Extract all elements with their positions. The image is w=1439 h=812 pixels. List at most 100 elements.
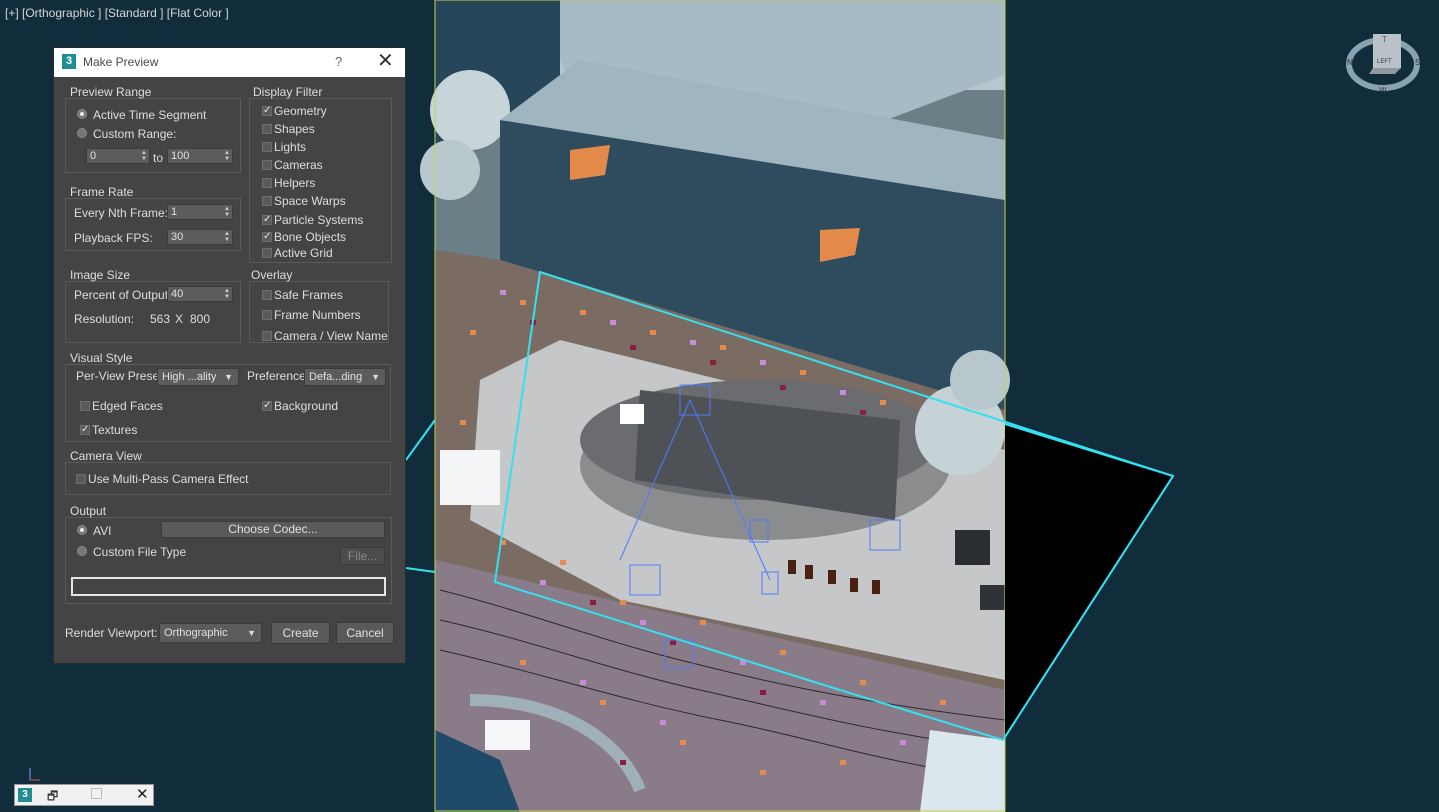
custom-file-type-label[interactable]: Custom File Type [93, 545, 186, 559]
camera-view-name-checkbox[interactable] [262, 331, 272, 341]
textures-label[interactable]: Textures [92, 423, 137, 437]
custom-range-radio[interactable] [77, 128, 87, 138]
help-button[interactable]: ? [335, 54, 342, 69]
overlay-title: Overlay [251, 268, 293, 282]
percent-of-output-value: 40 [171, 288, 184, 300]
percent-of-output-label: Percent of Output: [74, 288, 172, 302]
space-warps-checkbox[interactable] [262, 196, 272, 206]
shapes-label[interactable]: Shapes [274, 122, 315, 136]
per-view-presets-value: High ...ality [162, 371, 217, 383]
textures-checkbox[interactable]: ✓ [80, 425, 90, 435]
choose-codec-button[interactable]: Choose Codec... [161, 521, 385, 538]
restore-icon[interactable]: 🗗 [47, 787, 58, 808]
cancel-button[interactable]: Cancel [336, 622, 394, 644]
create-button[interactable]: Create [271, 622, 330, 644]
preview-range-title: Preview Range [70, 85, 152, 99]
close-button[interactable]: ✕ [377, 50, 394, 72]
chevron-down-icon[interactable]: ▼ [247, 624, 256, 642]
background-checkbox[interactable]: ✓ [262, 401, 272, 411]
percent-of-output-spinner[interactable]: 40 ▲ ▼ [167, 286, 233, 302]
frame-numbers-checkbox[interactable] [262, 310, 272, 320]
background-label[interactable]: Background [274, 399, 338, 413]
range-to-spinner[interactable]: 100 ▲ ▼ [167, 148, 233, 164]
camera-view-title: Camera View [70, 449, 142, 463]
cameras-checkbox[interactable] [262, 160, 272, 170]
visual-style-title: Visual Style [70, 351, 133, 365]
range-from-value: 0 [90, 150, 97, 162]
render-viewport-label: Render Viewport: [65, 626, 158, 640]
resolution-width: 563 [150, 312, 171, 326]
active-grid-label[interactable]: Active Grid [274, 246, 333, 260]
particle-systems-label[interactable]: Particle Systems [274, 213, 363, 227]
geometry-checkbox[interactable]: ✓ [262, 106, 272, 116]
edged-faces-checkbox[interactable] [80, 401, 90, 411]
active-time-segment-radio[interactable] [77, 109, 87, 119]
file-button[interactable]: File... [340, 547, 385, 565]
display-filter-title: Display Filter [253, 85, 323, 99]
preference-dropdown[interactable]: Defa...ding ▼ [304, 368, 386, 386]
multipass-checkbox[interactable] [76, 474, 86, 484]
helpers-label[interactable]: Helpers [274, 176, 315, 190]
safe-frames-checkbox[interactable] [262, 290, 272, 300]
space-warps-label[interactable]: Space Warps [274, 194, 346, 208]
spinner-arrows-icon[interactable]: ▲ ▼ [224, 150, 230, 162]
per-view-presets-label: Per-View Presets [76, 369, 169, 383]
per-view-presets-dropdown[interactable]: High ...ality ▼ [157, 368, 239, 386]
minimized-window[interactable]: 3 🗗 ✕ [14, 784, 154, 806]
spinner-arrows-icon[interactable]: ▲ ▼ [224, 288, 230, 300]
bone-objects-checkbox[interactable]: ✓ [262, 232, 272, 242]
active-time-segment-label[interactable]: Active Time Segment [93, 108, 206, 122]
viewcube-top-label: T [1382, 35, 1387, 44]
custom-file-type-radio[interactable] [77, 546, 87, 556]
spinner-arrows-icon[interactable]: ▲ ▼ [224, 206, 230, 218]
app-logo-icon: 3 [62, 54, 76, 69]
close-icon[interactable]: ✕ [136, 785, 149, 803]
make-preview-dialog: 3 Make Preview ? ✕ Preview Range Active … [53, 47, 406, 664]
avi-radio[interactable] [77, 525, 87, 535]
particle-systems-checkbox[interactable]: ✓ [262, 215, 272, 225]
resolution-x: X [175, 312, 184, 326]
cameras-label[interactable]: Cameras [274, 158, 323, 172]
edged-faces-label[interactable]: Edged Faces [92, 399, 163, 413]
camera-view-name-label[interactable]: Camera / View Name [274, 329, 388, 343]
spinner-arrows-icon[interactable]: ▲ ▼ [224, 231, 230, 243]
custom-range-label[interactable]: Custom Range: [93, 127, 176, 141]
dialog-titlebar[interactable]: 3 Make Preview ? ✕ [54, 48, 405, 77]
image-size-title: Image Size [70, 268, 131, 282]
range-from-spinner[interactable]: 0 ▲ ▼ [86, 148, 150, 164]
multipass-label[interactable]: Use Multi-Pass Camera Effect [88, 472, 249, 486]
app-logo-icon: 3 [18, 788, 32, 802]
chevron-down-icon[interactable]: ▼ [371, 369, 380, 385]
every-nth-frame-value: 1 [171, 206, 178, 218]
helpers-checkbox[interactable] [262, 178, 272, 188]
spinner-arrows-icon[interactable]: ▲ ▼ [141, 150, 147, 162]
range-to-label: to [153, 151, 164, 165]
compass-s: S [1415, 58, 1421, 67]
geometry-label[interactable]: Geometry [274, 104, 327, 118]
chevron-down-icon[interactable]: ▼ [224, 369, 233, 385]
every-nth-frame-label: Every Nth Frame: [74, 206, 169, 220]
render-viewport-dropdown[interactable]: Orthographic ▼ [159, 623, 262, 643]
resolution-height: 800 [190, 312, 211, 326]
output-title: Output [70, 504, 107, 518]
shapes-checkbox[interactable] [262, 124, 272, 134]
lights-checkbox[interactable] [262, 142, 272, 152]
bone-objects-label[interactable]: Bone Objects [274, 230, 346, 244]
avi-label[interactable]: AVI [93, 524, 111, 538]
maximize-icon[interactable] [91, 788, 102, 799]
preference-label: Preference: [247, 369, 310, 383]
resolution-label: Resolution: [74, 312, 135, 326]
playback-fps-spinner[interactable]: 30 ▲ ▼ [167, 229, 233, 245]
active-grid-checkbox[interactable] [262, 248, 272, 258]
playback-fps-label: Playback FPS: [74, 231, 153, 245]
every-nth-frame-spinner[interactable]: 1 ▲ ▼ [167, 204, 233, 220]
playback-fps-value: 30 [171, 231, 184, 243]
lights-label[interactable]: Lights [274, 140, 306, 154]
frame-numbers-label[interactable]: Frame Numbers [274, 308, 361, 322]
compass-w: W [1379, 86, 1387, 95]
viewcube-face-label[interactable]: LEFT [1377, 59, 1392, 65]
viewcube[interactable]: T LEFT N S W [1345, 30, 1421, 106]
output-path-field[interactable] [71, 577, 386, 596]
safe-frames-label[interactable]: Safe Frames [274, 288, 343, 302]
compass-n: N [1347, 58, 1353, 67]
